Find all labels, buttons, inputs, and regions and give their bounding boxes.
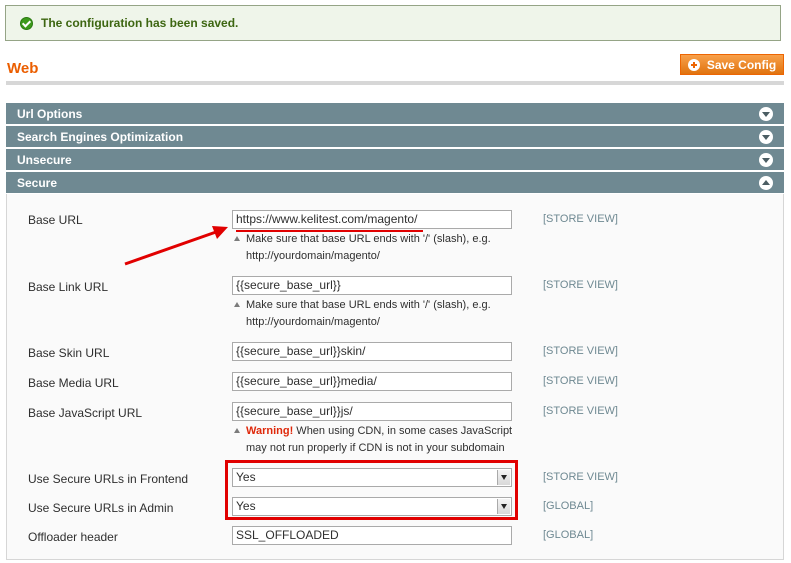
base-js-url-scope: [STORE VIEW]: [543, 405, 618, 417]
base-js-url-label: Base JavaScript URL: [28, 406, 143, 420]
base-skin-url-scope: [STORE VIEW]: [543, 345, 618, 357]
section-label: Unsecure: [17, 152, 72, 167]
use-secure-admin-label: Use Secure URLs in Admin: [28, 501, 174, 515]
offloader-header-label: Offloader header: [28, 530, 118, 544]
base-skin-url-input[interactable]: {{secure_base_url}}skin/: [232, 342, 512, 361]
base-link-url-label: Base Link URL: [28, 280, 109, 294]
note-line: http://yourdomain/magento/: [246, 316, 380, 328]
base-media-url-label: Base Media URL: [28, 376, 119, 390]
base-js-url-input[interactable]: {{secure_base_url}}js/: [232, 402, 512, 421]
base-url-label: Base URL: [28, 213, 83, 227]
section-unsecure[interactable]: Unsecure: [6, 149, 784, 171]
section-label: Secure: [17, 175, 58, 190]
base-js-url-warning: Warning! When using CDN, in some cases J…: [234, 423, 516, 457]
note-line: http://yourdomain/magento/: [246, 250, 380, 262]
use-secure-frontend-label: Use Secure URLs in Frontend: [28, 472, 189, 486]
offloader-header-scope: [GLOBAL]: [543, 529, 594, 541]
warning-line: may not run properly if CDN is not in yo…: [246, 442, 505, 454]
chevron-down-icon: [759, 130, 773, 144]
base-link-url-note: Make sure that base URL ends with '/' (s…: [234, 297, 516, 331]
chevron-up-icon: [759, 176, 773, 190]
section-secure[interactable]: Secure: [6, 172, 784, 194]
annotation-arrow-icon: [124, 226, 228, 266]
section-label: Search Engines Optimization: [17, 129, 184, 144]
base-url-input[interactable]: https://www.kelitest.com/magento/: [232, 210, 512, 229]
base-media-url-scope: [STORE VIEW]: [543, 375, 618, 387]
note-triangle-icon: [234, 302, 240, 307]
section-url-options[interactable]: Url Options: [6, 103, 784, 125]
success-message-text: The configuration has been saved.: [41, 16, 239, 30]
note-line: Make sure that base URL ends with '/' (s…: [246, 299, 491, 311]
base-media-url-input[interactable]: {{secure_base_url}}media/: [232, 372, 512, 391]
base-link-url-scope: [STORE VIEW]: [543, 279, 618, 291]
save-config-button[interactable]: Save Config: [680, 54, 784, 75]
success-message: The configuration has been saved.: [5, 5, 781, 41]
base-url-scope: [STORE VIEW]: [543, 213, 618, 225]
base-skin-url-label: Base Skin URL: [28, 346, 110, 360]
page-title: Web: [7, 60, 39, 77]
offloader-header-input[interactable]: SSL_OFFLOADED: [232, 526, 512, 545]
save-config-label: Save Config: [706, 57, 777, 72]
annotation-highlight-box: [225, 460, 518, 520]
base-url-note: Make sure that base URL ends with '/' (s…: [234, 231, 516, 265]
base-link-url-input[interactable]: {{secure_base_url}}: [232, 276, 512, 295]
use-secure-admin-scope: [GLOBAL]: [543, 500, 594, 512]
note-triangle-icon: [234, 236, 240, 241]
note-triangle-icon: [234, 428, 240, 433]
warning-line: Warning! When using CDN, in some cases J…: [246, 423, 516, 440]
title-divider: [6, 81, 784, 85]
chevron-down-icon: [759, 107, 773, 121]
warning-label: Warning!: [246, 425, 294, 437]
note-line: Make sure that base URL ends with '/' (s…: [246, 233, 491, 245]
checkmark-icon: [20, 16, 33, 30]
warning-text: When using CDN, in some cases JavaScript: [293, 425, 513, 437]
section-label: Url Options: [17, 106, 83, 121]
section-search-engines-optimization[interactable]: Search Engines Optimization: [6, 126, 784, 148]
save-plus-icon: [687, 58, 700, 71]
chevron-down-icon: [759, 153, 773, 167]
use-secure-frontend-scope: [STORE VIEW]: [543, 471, 618, 483]
